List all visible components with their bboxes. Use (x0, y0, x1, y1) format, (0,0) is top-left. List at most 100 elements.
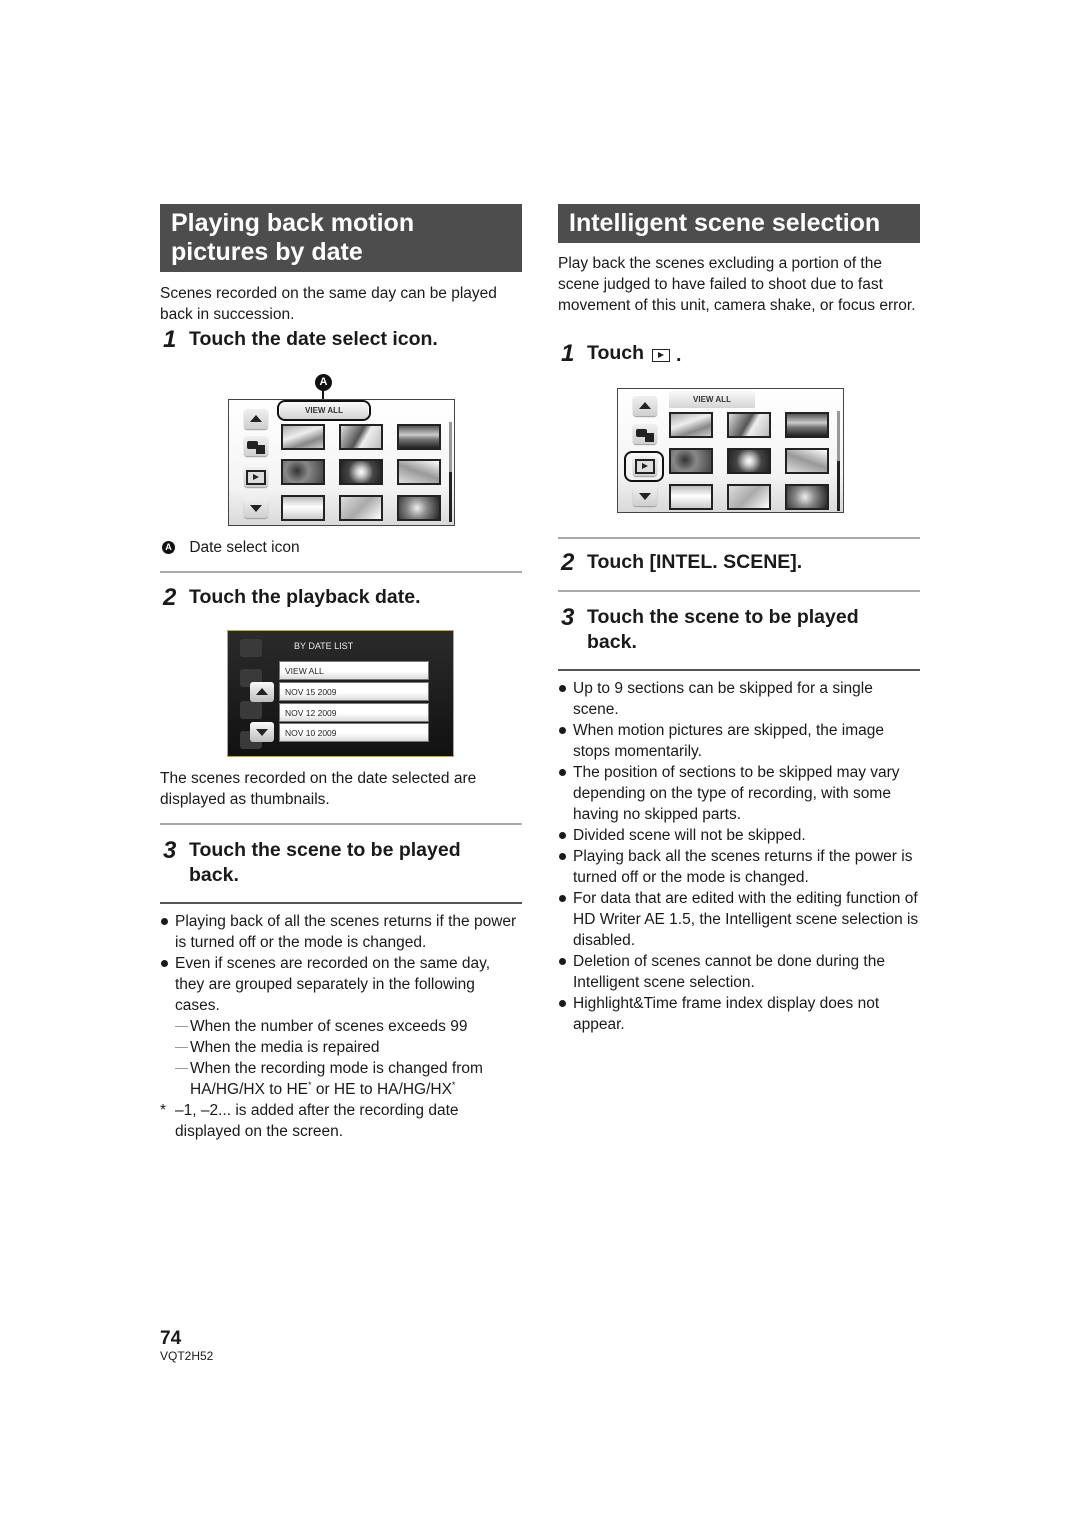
scrollbar-thumb[interactable] (837, 461, 840, 511)
scene-thumbnail[interactable] (727, 484, 771, 510)
thumbnail-screen-2: VIEW ALL (617, 388, 844, 513)
scene-thumbnail[interactable] (397, 495, 441, 521)
scene-thumbnail[interactable] (281, 424, 325, 450)
intro-text: Play back the scenes excluding a portion… (558, 255, 916, 314)
footnote-asterisk: * (160, 1102, 167, 1119)
footnote-text: –1, –2... is added after the recording d… (175, 1102, 459, 1140)
callout-a-marker: A (315, 374, 332, 391)
step-text-line-1: Touch the scene to be played (587, 606, 859, 628)
camera-icon (247, 439, 265, 454)
note-item: The position of sections to be skipped m… (558, 762, 920, 825)
scroll-down-button[interactable] (244, 498, 268, 518)
step-2-heading: 2 Touch the playback date. (163, 585, 421, 612)
scrollbar-thumb[interactable] (449, 472, 452, 522)
note-item: Up to 9 sections can be skipped for a si… (558, 678, 920, 720)
footnote: * –1, –2... is added after the recording … (160, 1100, 522, 1142)
camera-mode-button[interactable] (244, 436, 268, 456)
playback-mode-button[interactable] (244, 467, 268, 487)
step-3-heading: 3 Touch the scene to be played back. (561, 605, 859, 655)
section-title-line-2: pictures by date (171, 238, 363, 266)
date-list-item[interactable]: VIEW ALL (279, 661, 429, 680)
up-arrow-icon (256, 688, 268, 695)
divider (558, 537, 920, 539)
note-item: Playing back all the scenes returns if t… (558, 846, 920, 888)
note-item: Highlight&Time frame index display does … (558, 993, 920, 1035)
step-text: Touch the scene to be played back. (189, 838, 461, 888)
callout-a-legend: A Date select icon (162, 538, 300, 558)
view-all-button[interactable]: VIEW ALL (669, 391, 755, 408)
step-1-heading: 1 Touch. (561, 341, 681, 368)
step-trail: . (676, 344, 682, 366)
bullet-icon (559, 895, 566, 902)
date-list-item[interactable]: NOV 15 2009 (279, 682, 429, 701)
bullet-icon (161, 918, 168, 925)
step-text: Touch (587, 342, 645, 364)
note-item: Playing back of all the scenes returns i… (160, 911, 522, 953)
callout-a-badge: A (162, 541, 175, 555)
notes-list: Playing back of all the scenes returns i… (160, 911, 522, 1142)
step-number: 2 (561, 549, 575, 576)
step-text: Touch the date select icon. (189, 328, 438, 350)
step-text-line-2: back. (189, 864, 239, 886)
scene-thumbnail[interactable] (339, 495, 383, 521)
callout-a-highlight (277, 400, 371, 421)
scroll-up-button[interactable] (633, 396, 657, 416)
date-list-item[interactable]: NOV 10 2009 (279, 723, 429, 742)
scene-thumbnail[interactable] (727, 412, 771, 438)
note-text: Up to 9 sections can be skipped for a si… (573, 680, 873, 718)
dash-icon (175, 1068, 188, 1069)
scene-thumbnail[interactable] (785, 412, 829, 438)
note-text: Playing back all the scenes returns if t… (573, 848, 913, 886)
step-text-line-2: back. (587, 631, 637, 653)
note-text: When motion pictures are skipped, the im… (573, 722, 885, 760)
bullet-icon (559, 853, 566, 860)
scroll-down-button[interactable] (633, 486, 657, 506)
scene-thumbnail[interactable] (397, 459, 441, 485)
section-title-playing-back-by-date: Playing back motion pictures by date (160, 204, 522, 272)
step-number: 2 (163, 584, 177, 611)
camera-mode-button[interactable] (633, 424, 657, 444)
down-arrow-icon (256, 729, 268, 736)
dash-icon (175, 1026, 188, 1027)
callout-a-caption: Date select icon (189, 539, 300, 556)
bullet-icon (559, 958, 566, 965)
scene-thumbnail[interactable] (669, 412, 713, 438)
divider (160, 902, 522, 904)
document-code: VQT2H52 (160, 1349, 214, 1363)
down-arrow-icon (250, 505, 262, 512)
list-scroll-up-button[interactable] (250, 682, 274, 702)
scene-thumbnail[interactable] (785, 448, 829, 474)
divider (558, 669, 920, 671)
sub-note-text: or HE to HA/HG/HX (311, 1081, 452, 1098)
date-list-item[interactable]: NOV 12 2009 (279, 703, 429, 722)
scene-thumbnail[interactable] (669, 448, 713, 474)
playback-button-highlight (624, 451, 664, 482)
note-text: The position of sections to be skipped m… (573, 764, 900, 823)
scrollbar[interactable] (837, 411, 840, 511)
note-text: Even if scenes are recorded on the same … (175, 955, 491, 1014)
list-scroll-down-button[interactable] (250, 722, 274, 742)
play-icon (246, 470, 266, 485)
sub-note-item: When the recording mode is changed from (160, 1058, 522, 1079)
after-step-2-text: The scenes recorded on the date selected… (160, 770, 477, 808)
scene-thumbnail[interactable] (339, 424, 383, 450)
scroll-up-button[interactable] (244, 409, 268, 429)
dash-icon (175, 1047, 188, 1048)
scene-thumbnail[interactable] (669, 484, 713, 510)
bullet-icon (559, 685, 566, 692)
divider (160, 571, 522, 573)
bullet-icon (161, 960, 168, 967)
scene-thumbnail[interactable] (785, 484, 829, 510)
scene-thumbnail[interactable] (727, 448, 771, 474)
scene-thumbnail[interactable] (397, 424, 441, 450)
scene-thumbnail[interactable] (281, 495, 325, 521)
sub-note-continuation: HA/HG/HX to HE* or HE to HA/HG/HX* (160, 1079, 522, 1100)
scrollbar[interactable] (449, 422, 452, 522)
date-list-screen: BY DATE LIST VIEW ALL NOV 15 2009 NOV 12… (227, 630, 454, 757)
scene-thumbnail[interactable] (339, 459, 383, 485)
bullet-icon (559, 769, 566, 776)
down-arrow-icon (639, 493, 651, 500)
divider (558, 590, 920, 592)
scene-thumbnail[interactable] (281, 459, 325, 485)
thumbnail-screen-1: VIEW ALL (228, 399, 455, 526)
